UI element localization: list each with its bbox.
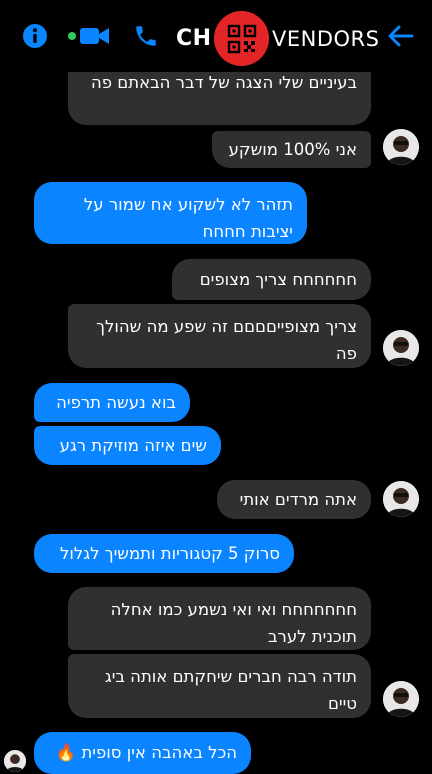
message-bubble[interactable]: סרוק 5 קטגוריות ותמשיך לגלול bbox=[34, 534, 294, 573]
message-text: שים איזה מוזיקת רגע bbox=[59, 436, 207, 455]
header-title-right: VENDORS bbox=[272, 27, 380, 51]
message-bubble[interactable]: חחחחחחח ואי ואי נשמע כמו אחלה תוכנית לער… bbox=[68, 587, 371, 650]
message-text: תודה רבה חברים שיחקתם אותה ביג טיים bbox=[104, 667, 357, 713]
message-text: בעיניים שלי הצגה של דבר הבאתם פה bbox=[90, 73, 357, 92]
message-text: בוא נעשה תרפיה bbox=[56, 393, 176, 412]
message-bubble[interactable]: אני 100% מושקע bbox=[212, 131, 371, 168]
message-text: הכל באהבה אין סופית 🔥 bbox=[55, 743, 237, 762]
message-text: חחחחחח צריך מצופים bbox=[199, 270, 357, 289]
qr-logo-icon bbox=[214, 11, 269, 66]
avatar[interactable] bbox=[383, 129, 419, 165]
message-bubble[interactable]: חחחחחח צריך מצופים bbox=[172, 259, 371, 300]
info-icon[interactable] bbox=[21, 22, 49, 50]
message-bubble[interactable]: בוא נעשה תרפיה bbox=[34, 383, 190, 422]
avatar[interactable] bbox=[383, 481, 419, 517]
message-text: חחחחחחח ואי ואי נשמע כמו אחלה תוכנית לער… bbox=[110, 600, 357, 646]
video-call-icon[interactable] bbox=[66, 22, 112, 50]
message-bubble[interactable]: אתה מרדים אותי bbox=[217, 480, 371, 519]
header-title-left: CH bbox=[176, 26, 212, 51]
message-text: אתה מרדים אותי bbox=[239, 490, 357, 509]
back-arrow-icon[interactable] bbox=[386, 22, 414, 50]
avatar[interactable] bbox=[383, 681, 419, 717]
message-bubble[interactable]: תודה רבה חברים שיחקתם אותה ביג טיים bbox=[68, 654, 371, 718]
message-bubble[interactable]: צריך מצופייםםםם זה שפע מה שהולך פה bbox=[68, 304, 371, 368]
avatar[interactable] bbox=[383, 330, 419, 366]
message-bubble[interactable]: שים איזה מוזיקת רגע bbox=[34, 426, 221, 465]
message-text: תזהר לא לשקוע אח שמור על יציבות חחחח bbox=[83, 195, 293, 241]
phone-icon[interactable] bbox=[132, 22, 160, 50]
message-text: אני 100% מושקע bbox=[228, 140, 357, 159]
message-text: סרוק 5 קטגוריות ותמשיך לגלול bbox=[60, 544, 280, 563]
message-text: צריך מצופייםםםם זה שפע מה שהולך פה bbox=[96, 317, 357, 363]
chat-header: CH VENDORS bbox=[0, 0, 432, 72]
seen-avatar bbox=[4, 750, 26, 772]
message-bubble[interactable]: תזהר לא לשקוע אח שמור על יציבות חחחח bbox=[34, 182, 307, 244]
